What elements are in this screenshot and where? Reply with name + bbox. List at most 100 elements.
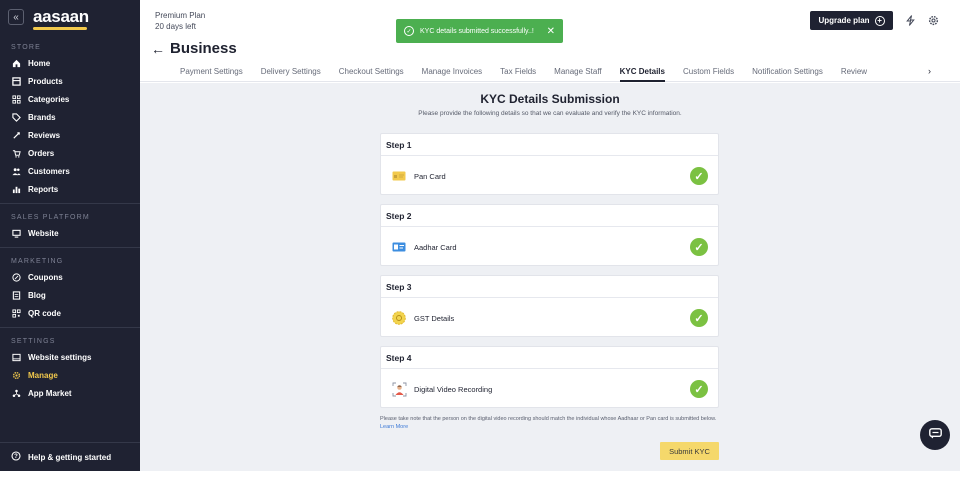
plan-info: Premium Plan 20 days left bbox=[155, 10, 205, 32]
sidebar-item-categories[interactable]: Categories bbox=[0, 90, 140, 108]
step-row-digital-video-recording[interactable]: Digital Video Recording ✓ bbox=[381, 369, 718, 409]
kyc-subtitle: Please provide the following details so … bbox=[418, 110, 682, 117]
submit-kyc-button[interactable]: Submit KYC bbox=[660, 442, 719, 460]
step-label: Pan Card bbox=[414, 171, 446, 181]
kyc-step-card: Step 2 Aadhar Card ✓ bbox=[380, 204, 719, 266]
check-complete-icon: ✓ bbox=[690, 380, 708, 398]
sidebar-divider bbox=[0, 247, 140, 248]
tab-delivery-settings[interactable]: Delivery Settings bbox=[261, 62, 321, 82]
step-heading: Step 3 bbox=[381, 276, 718, 298]
video-note: Please take note that the person on the … bbox=[380, 416, 720, 431]
sidebar-item-qr-code[interactable]: QR code bbox=[0, 304, 140, 322]
sidebar-item-home[interactable]: Home bbox=[0, 54, 140, 72]
grid-icon bbox=[11, 94, 21, 104]
logo[interactable]: aasaan bbox=[33, 7, 89, 30]
box-icon bbox=[11, 76, 21, 86]
users-icon bbox=[11, 166, 21, 176]
pan-card-icon bbox=[391, 168, 407, 184]
document-icon bbox=[11, 290, 21, 300]
sidebar-item-products[interactable]: Products bbox=[0, 72, 140, 90]
chevrons-left-icon: « bbox=[13, 11, 19, 23]
svg-text:?: ? bbox=[14, 454, 18, 460]
close-icon[interactable]: ✕ bbox=[547, 26, 555, 37]
tab-custom-fields[interactable]: Custom Fields bbox=[683, 62, 734, 82]
sidebar-item-label: Manage bbox=[28, 370, 58, 380]
sidebar-item-coupons[interactable]: Coupons bbox=[0, 268, 140, 286]
tab-checkout-settings[interactable]: Checkout Settings bbox=[339, 62, 404, 82]
sidebar-item-brands[interactable]: Brands bbox=[0, 108, 140, 126]
tab-tax-fields[interactable]: Tax Fields bbox=[500, 62, 536, 82]
percent-icon bbox=[11, 272, 21, 282]
sidebar-item-website-settings[interactable]: Website settings bbox=[0, 348, 140, 366]
browser-icon bbox=[11, 352, 21, 362]
sidebar-item-label: Coupons bbox=[28, 272, 63, 282]
learn-more-link[interactable]: Learn More bbox=[380, 424, 408, 430]
sidebar-item-orders[interactable]: Orders bbox=[0, 144, 140, 162]
kyc-title: KYC Details Submission bbox=[480, 92, 620, 106]
back-arrow-icon[interactable]: ← bbox=[151, 41, 165, 57]
sidebar-item-blog[interactable]: Blog bbox=[0, 286, 140, 304]
collapse-sidebar-button[interactable]: « bbox=[8, 9, 24, 25]
sidebar-item-label: Brands bbox=[28, 112, 56, 122]
sidebar-divider bbox=[0, 203, 140, 204]
logo-text: aasaan bbox=[33, 7, 89, 26]
home-icon bbox=[11, 58, 21, 68]
sidebar-item-label: Categories bbox=[28, 94, 70, 104]
monitor-icon bbox=[11, 228, 21, 238]
page-title: Business bbox=[170, 40, 237, 57]
chat-support-button[interactable] bbox=[920, 420, 950, 450]
step-label: GST Details bbox=[414, 313, 455, 323]
step-row-aadhar-card[interactable]: Aadhar Card ✓ bbox=[381, 227, 718, 267]
tab-manage-invoices[interactable]: Manage Invoices bbox=[422, 62, 482, 82]
sidebar-item-label: Orders bbox=[28, 148, 55, 158]
top-header: Premium Plan 20 days left ← Business ✓ K… bbox=[140, 0, 960, 82]
cart-icon bbox=[11, 148, 21, 158]
plan-days-left: 20 days left bbox=[155, 22, 196, 31]
lightning-icon[interactable] bbox=[904, 14, 916, 26]
help-icon: ? bbox=[11, 451, 21, 463]
success-toast: ✓ KYC details submitted successfully..! … bbox=[396, 19, 563, 43]
note-text: Please take note that the person on the … bbox=[380, 416, 717, 422]
step-row-pan-card[interactable]: Pan Card ✓ bbox=[381, 156, 718, 196]
settings-gear-icon[interactable] bbox=[927, 14, 939, 26]
check-complete-icon: ✓ bbox=[690, 167, 708, 185]
plan-name: Premium Plan bbox=[155, 11, 206, 20]
sidebar-item-label: Website settings bbox=[28, 352, 92, 362]
section-title-settings: SETTINGS bbox=[11, 338, 56, 345]
gear-icon bbox=[11, 370, 21, 380]
sidebar-item-manage[interactable]: Manage bbox=[0, 366, 140, 384]
sidebar-divider bbox=[0, 327, 140, 328]
check-complete-icon: ✓ bbox=[690, 238, 708, 256]
step-heading: Step 4 bbox=[381, 347, 718, 369]
step-label: Digital Video Recording bbox=[414, 384, 493, 394]
step-row-gst-details[interactable]: GST Details ✓ bbox=[381, 298, 718, 338]
kyc-main: KYC Details Submission Please provide th… bbox=[140, 83, 960, 471]
tab-review[interactable]: Review bbox=[841, 62, 867, 82]
sidebar-item-reports[interactable]: Reports bbox=[0, 180, 140, 198]
tab-payment-settings[interactable]: Payment Settings bbox=[180, 62, 243, 82]
sidebar-item-label: Reports bbox=[28, 184, 59, 194]
chevron-right-icon[interactable]: › bbox=[928, 66, 931, 76]
tab-notification-settings[interactable]: Notification Settings bbox=[752, 62, 823, 82]
sidebar-item-label: Home bbox=[28, 58, 51, 68]
help-label: Help & getting started bbox=[28, 452, 112, 462]
sidebar-item-reviews[interactable]: Reviews bbox=[0, 126, 140, 144]
tab-manage-staff[interactable]: Manage Staff bbox=[554, 62, 601, 82]
tag-icon bbox=[11, 112, 21, 122]
sidebar-item-app-market[interactable]: App Market bbox=[0, 384, 140, 402]
sidebar-item-website[interactable]: Website bbox=[0, 224, 140, 242]
upgrade-plan-button[interactable]: Upgrade plan + bbox=[810, 11, 893, 30]
sidebar-item-customers[interactable]: Customers bbox=[0, 162, 140, 180]
tab-kyc-details[interactable]: KYC Details bbox=[619, 62, 665, 82]
sidebar: « aasaan STORE Home Products Categories … bbox=[0, 0, 140, 471]
sidebar-item-label: Website bbox=[28, 228, 59, 238]
section-title-store: STORE bbox=[11, 44, 41, 51]
aadhar-card-icon bbox=[391, 239, 407, 255]
sidebar-item-label: Customers bbox=[28, 166, 70, 176]
gst-badge-icon bbox=[391, 310, 407, 326]
kyc-step-card: Step 4 Digital Video Recording ✓ bbox=[380, 346, 719, 408]
plus-circle-icon: + bbox=[874, 15, 885, 26]
section-title-marketing: MARKETING bbox=[11, 258, 64, 265]
help-link[interactable]: ? Help & getting started bbox=[0, 442, 140, 471]
brand-row: « aasaan bbox=[0, 0, 140, 34]
